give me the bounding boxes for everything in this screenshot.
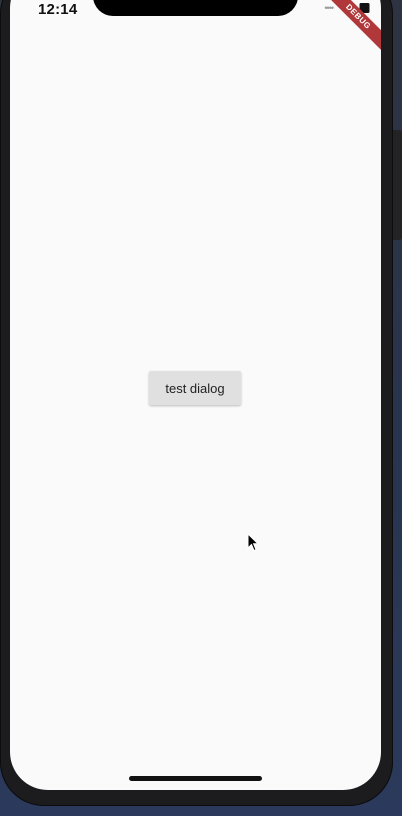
notch (93, 0, 298, 16)
signal-strength-icon: •••• (324, 3, 334, 13)
mouse-cursor-icon (247, 533, 259, 552)
home-indicator[interactable] (129, 776, 262, 781)
test-dialog-button[interactable]: test dialog (149, 371, 241, 405)
status-time: 12:14 (38, 1, 78, 18)
device-side-button (393, 130, 402, 240)
app-screen: 12:14 •••• DEBUG test dialog (10, 0, 381, 790)
